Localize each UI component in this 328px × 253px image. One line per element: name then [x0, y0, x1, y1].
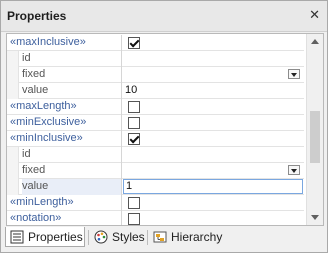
- tab-separator: [88, 230, 89, 245]
- property-label: value: [22, 84, 49, 96]
- property-dropdown[interactable]: [124, 68, 302, 81]
- property-element-row[interactable]: «minExclusive»: [7, 115, 304, 131]
- scroll-up-icon[interactable]: [307, 34, 323, 50]
- property-dropdown[interactable]: [124, 164, 302, 177]
- property-label: «maxInclusive»: [10, 36, 86, 48]
- property-element-row[interactable]: «minInclusive»: [7, 131, 304, 147]
- property-element-row[interactable]: «notation»: [7, 211, 304, 225]
- property-attribute-row[interactable]: value 1: [7, 179, 304, 195]
- tab-properties[interactable]: Properties: [5, 227, 85, 247]
- property-attribute-row[interactable]: fixed: [7, 67, 304, 83]
- row-indent: [7, 147, 19, 163]
- tab-hierarchy-label: Hierarchy: [171, 230, 223, 244]
- tab-styles[interactable]: Styles: [90, 227, 146, 247]
- property-label: fixed: [22, 164, 46, 176]
- property-attribute-row[interactable]: value 10: [7, 83, 304, 99]
- property-label: «notation»: [10, 212, 62, 224]
- panel-titlebar: Properties ✕: [1, 1, 327, 32]
- chevron-down-icon[interactable]: [288, 165, 300, 175]
- property-attribute-row[interactable]: fixed: [7, 163, 304, 179]
- column-divider: [121, 35, 122, 51]
- tab-hierarchy[interactable]: Hierarchy: [149, 227, 223, 247]
- scroll-down-icon[interactable]: [307, 209, 323, 225]
- property-element-row[interactable]: «maxLength»: [7, 99, 304, 115]
- panel-title: Properties: [7, 9, 67, 23]
- property-label: «minExclusive»: [10, 116, 87, 128]
- property-label: «minInclusive»: [10, 132, 83, 144]
- close-icon[interactable]: ✕: [309, 7, 320, 23]
- column-divider: [121, 99, 122, 115]
- column-divider: [121, 195, 122, 211]
- chevron-down-icon[interactable]: [288, 69, 300, 79]
- row-indent: [7, 163, 19, 179]
- hierarchy-icon: [153, 231, 167, 243]
- row-indent: [7, 179, 19, 195]
- property-checkbox[interactable]: [128, 133, 140, 145]
- property-label: fixed: [22, 68, 46, 80]
- property-label: «maxLength»: [10, 100, 77, 112]
- tab-properties-label: Properties: [28, 230, 83, 244]
- property-value[interactable]: 10: [125, 83, 137, 99]
- property-label: id: [22, 148, 31, 160]
- property-checkbox[interactable]: [128, 101, 140, 113]
- tab-separator: [147, 230, 148, 245]
- palette-icon: [94, 230, 108, 244]
- column-divider: [121, 67, 122, 83]
- property-grid: «maxInclusive» id fixed value 10 «maxLength» «…: [6, 33, 324, 226]
- property-element-row[interactable]: «maxInclusive»: [7, 35, 304, 51]
- vertical-scrollbar[interactable]: [306, 34, 323, 225]
- property-label: value: [22, 179, 121, 195]
- column-divider: [121, 147, 122, 163]
- column-divider: [121, 83, 122, 99]
- tab-styles-label: Styles: [112, 230, 145, 244]
- property-label: id: [22, 52, 31, 64]
- column-divider: [121, 211, 122, 225]
- property-checkbox[interactable]: [128, 117, 140, 129]
- column-divider: [121, 115, 122, 131]
- column-divider: [121, 131, 122, 147]
- property-label: «minLength»: [10, 196, 74, 208]
- properties-icon: [10, 230, 24, 244]
- column-divider: [121, 163, 122, 179]
- property-value-input[interactable]: 1: [123, 179, 303, 194]
- property-attribute-row[interactable]: id: [7, 147, 304, 163]
- property-attribute-row[interactable]: id: [7, 51, 304, 67]
- scroll-thumb[interactable]: [310, 111, 320, 163]
- property-checkbox[interactable]: [128, 37, 140, 49]
- row-indent: [7, 67, 19, 83]
- properties-panel: Properties ✕ «maxInclusive» id fixed value 1…: [0, 0, 328, 253]
- property-checkbox[interactable]: [128, 213, 140, 225]
- tab-bar: Properties Styles Hierarchy: [1, 227, 327, 252]
- column-divider: [121, 179, 122, 195]
- row-indent: [7, 83, 19, 99]
- property-checkbox[interactable]: [128, 197, 140, 209]
- column-divider: [121, 51, 122, 67]
- row-indent: [7, 51, 19, 67]
- property-element-row[interactable]: «minLength»: [7, 195, 304, 211]
